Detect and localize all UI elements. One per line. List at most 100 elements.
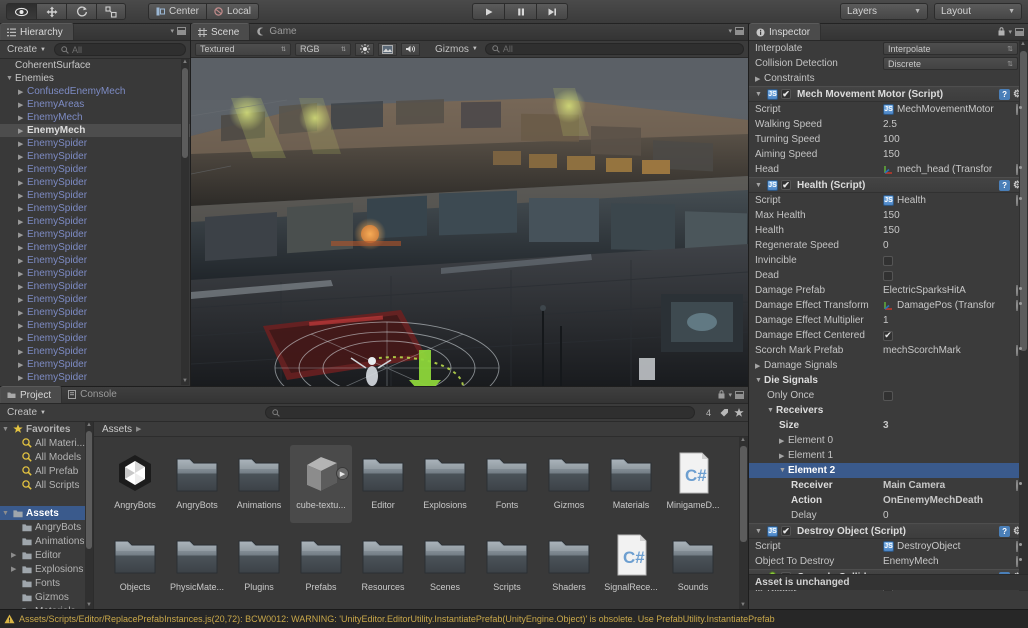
expand-triangle-icon[interactable]: ▼ xyxy=(2,426,10,433)
object-picker-icon[interactable] xyxy=(1016,480,1018,491)
hierarchy-item[interactable]: ▶EnemySpider xyxy=(0,267,190,280)
collapse-triangle-icon[interactable]: ▶ xyxy=(18,335,27,343)
hierarchy-item[interactable]: ▶EnemySpider xyxy=(0,332,190,345)
inspector-row[interactable]: Scorch Mark Prefab mechScorchMark xyxy=(749,343,1028,358)
expand-triangle-icon[interactable]: ▶ xyxy=(11,551,19,559)
hand-tool-button[interactable] xyxy=(6,3,36,20)
asset-item[interactable]: AngryBots xyxy=(166,445,228,523)
inspector-row[interactable]: Health 150 xyxy=(749,223,1028,238)
expand-triangle-icon[interactable]: ▼ xyxy=(755,182,764,189)
project-create-button[interactable]: Create ▼ xyxy=(4,407,49,418)
fx-toggle-button[interactable] xyxy=(378,42,397,56)
hierarchy-item[interactable]: ▼ Enemies xyxy=(0,72,190,85)
collapse-triangle-icon[interactable]: ▶ xyxy=(755,362,764,370)
collapse-triangle-icon[interactable]: ▶ xyxy=(18,361,27,369)
expand-triangle-icon[interactable]: ▼ xyxy=(6,75,15,82)
inspector-dropdown[interactable]: Interpolate ⇅ xyxy=(883,42,1018,55)
hierarchy-item[interactable]: ▶ EnemyMech xyxy=(0,111,190,124)
expand-triangle-icon[interactable]: ▼ xyxy=(779,467,788,474)
inspector-row[interactable]: Only Once xyxy=(749,388,1028,403)
project-tree-item[interactable]: AngryBots xyxy=(0,520,93,534)
move-tool-button[interactable] xyxy=(36,3,66,20)
hierarchy-item[interactable]: ▶EnemySpider xyxy=(0,202,190,215)
asset-item[interactable]: C# SignalRece... xyxy=(600,527,662,605)
tab-scene[interactable]: Scene xyxy=(191,23,251,40)
collapse-triangle-icon[interactable]: ▶ xyxy=(779,452,788,460)
inspector-row[interactable]: Script JS DestroyObject xyxy=(749,539,1028,554)
scroll-up-arrow[interactable]: ▲ xyxy=(182,59,188,66)
inspector-dropdown[interactable]: Discrete ⇅ xyxy=(883,57,1018,70)
asset-item[interactable]: Animations xyxy=(228,445,290,523)
scroll-down-arrow[interactable]: ▼ xyxy=(182,378,188,385)
component-enabled-checkbox[interactable]: ✔ xyxy=(781,180,791,190)
collapse-triangle-icon[interactable]: ▶ xyxy=(18,166,27,174)
inspector-component-header[interactable]: ▼ JS ✔ Health (Script)? ⚙ xyxy=(749,177,1028,193)
asset-item[interactable]: Scenes xyxy=(414,527,476,605)
tab-inspector[interactable]: Inspector xyxy=(749,23,822,40)
object-picker-icon[interactable] xyxy=(1016,104,1018,115)
hierarchy-item[interactable]: ▶ EnemyMech xyxy=(0,124,190,137)
inspector-row[interactable]: Turning Speed 100 xyxy=(749,132,1028,147)
asset-item[interactable]: ▶ cube-textu... xyxy=(290,445,352,523)
space-mode-button[interactable]: Local xyxy=(206,3,259,20)
breadcrumb-assets[interactable]: Assets xyxy=(102,424,132,435)
scrollbar-thumb[interactable] xyxy=(1020,51,1027,351)
pause-button[interactable] xyxy=(504,3,536,20)
collapse-triangle-icon[interactable]: ▶ xyxy=(18,88,27,96)
hierarchy-item[interactable]: ▶EnemySpider xyxy=(0,280,190,293)
inspector-scrollbar[interactable]: ▲ ▼ xyxy=(1019,41,1028,591)
asset-item[interactable]: Resources xyxy=(352,527,414,605)
inspector-options[interactable]: ▾ xyxy=(998,27,1024,36)
inspector-row[interactable]: ▼ Element 2 xyxy=(749,463,1028,478)
asset-grid[interactable]: AngryBots AngryBots Animations ▶ cube-textu.… xyxy=(94,437,748,609)
project-tree-scrollbar[interactable]: ▲ ▼ xyxy=(85,422,93,609)
collapse-triangle-icon[interactable]: ▶ xyxy=(18,244,27,252)
hierarchy-item[interactable]: ▶EnemySpider xyxy=(0,384,190,385)
inspector-row[interactable]: Regenerate Speed 0 xyxy=(749,238,1028,253)
inspector-row[interactable]: Collision Detection Discrete ⇅ xyxy=(749,56,1028,71)
asset-item[interactable]: Materials xyxy=(600,445,662,523)
asset-item[interactable]: Shaders xyxy=(538,527,600,605)
asset-item[interactable]: Scripts xyxy=(476,527,538,605)
inspector-row[interactable]: Receiver Main Camera xyxy=(749,478,1028,493)
scene-viewport[interactable] xyxy=(191,58,748,386)
collapse-triangle-icon[interactable]: ▶ xyxy=(18,257,27,265)
collapse-triangle-icon[interactable]: ▶ xyxy=(18,348,27,356)
inspector-row[interactable]: Script JS MechMovementMotor xyxy=(749,102,1028,117)
inspector-row[interactable]: ▶ Element 0 xyxy=(749,433,1028,448)
inspector-checkbox[interactable] xyxy=(883,390,893,401)
hierarchy-item[interactable]: ▶EnemySpider xyxy=(0,371,190,384)
draw-mode-dropdown[interactable]: Textured ⇅ xyxy=(195,42,291,56)
collapse-triangle-icon[interactable]: ▶ xyxy=(18,231,27,239)
inspector-row[interactable]: Script JS Health xyxy=(749,193,1028,208)
inspector-checkbox[interactable] xyxy=(883,270,893,281)
tab-project[interactable]: Project xyxy=(0,386,63,403)
hierarchy-item[interactable]: ▶EnemySpider xyxy=(0,189,190,202)
expand-triangle-icon[interactable]: ▼ xyxy=(755,91,764,98)
asset-grid-scrollbar[interactable]: ▲ ▼ xyxy=(739,437,748,609)
help-icon[interactable]: ? xyxy=(999,525,1011,537)
component-enabled-checkbox[interactable]: ✔ xyxy=(781,526,791,536)
object-picker-icon[interactable] xyxy=(1016,285,1018,296)
help-icon[interactable]: ? xyxy=(999,179,1011,191)
hierarchy-item[interactable]: ▶EnemySpider xyxy=(0,176,190,189)
project-tree-item[interactable]: ▼ Assets xyxy=(0,506,93,520)
expand-triangle-icon[interactable]: ▶ xyxy=(11,565,19,573)
project-tree-item[interactable]: Gizmos xyxy=(0,590,93,604)
inspector-row[interactable]: ▶ Constraints xyxy=(749,71,1028,86)
collapse-triangle-icon[interactable]: ▶ xyxy=(18,283,27,291)
inspector-row[interactable]: Aiming Speed 150 xyxy=(749,147,1028,162)
hierarchy-list[interactable]: ▲ ▼ CoherentSurface ▼ Enemies ▶ ConfusedEnem… xyxy=(0,59,190,385)
inspector-component-header[interactable]: ▼ JS ✔ Mech Movement Motor (Script)? ⚙ xyxy=(749,86,1028,102)
hierarchy-item[interactable]: ▶EnemySpider xyxy=(0,254,190,267)
collapse-triangle-icon[interactable]: ▶ xyxy=(18,205,27,213)
status-bar[interactable]: Assets/Scripts/Editor/ReplacePrefabInsta… xyxy=(0,609,1028,628)
collapse-triangle-icon[interactable]: ▶ xyxy=(18,140,27,148)
asset-item[interactable]: C# MinigameD... xyxy=(662,445,724,523)
collapse-triangle-icon[interactable]: ▶ xyxy=(18,101,27,109)
inspector-row[interactable]: ▼ Receivers xyxy=(749,403,1028,418)
collapse-triangle-icon[interactable]: ▶ xyxy=(18,309,27,317)
hierarchy-item[interactable]: ▶EnemySpider xyxy=(0,150,190,163)
rotate-tool-button[interactable] xyxy=(66,3,96,20)
inspector-row[interactable]: Damage Effect Centered ✔ xyxy=(749,328,1028,343)
